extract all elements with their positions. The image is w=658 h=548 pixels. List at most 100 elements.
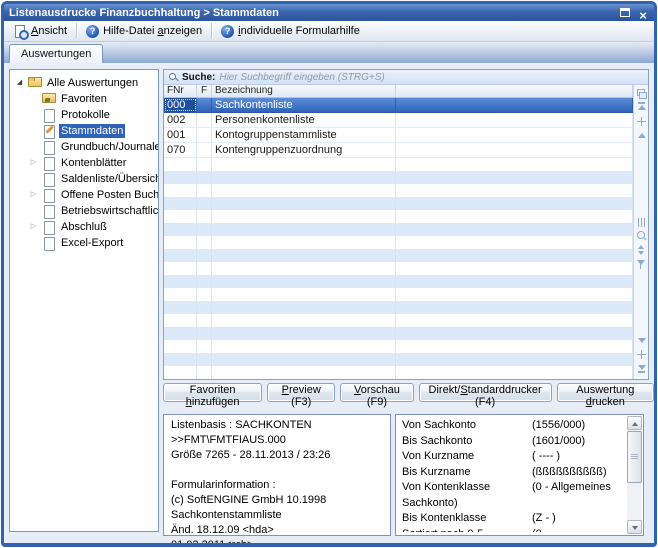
table-row-001[interactable]: 001 Kontogruppenstammliste [164,128,633,143]
tree-item-protokolle[interactable]: Protokolle [10,107,158,123]
filter-info-rows: Von Sachkonto(1556/000)Bis Sachkonto(160… [402,418,622,532]
scroll-up-arrow-icon[interactable] [627,416,642,430]
tree-expander-icon[interactable] [28,219,39,235]
filler-cell [396,366,633,379]
help-icon [221,25,234,38]
scroll-down-icon[interactable] [636,334,647,347]
filter-icon[interactable] [636,258,647,271]
tab-bar: Auswertungen [4,42,654,63]
scroll-down-arrow-icon[interactable] [627,520,642,534]
button-auswertung-drucken[interactable]: Auswertung drucken [557,383,654,402]
scroll-top-icon[interactable] [636,101,647,114]
scrollbar[interactable] [627,416,642,534]
tree-item-grundbuch-journale[interactable]: Grundbuch/Journale [10,139,158,155]
tree-expander-icon[interactable] [28,187,39,203]
tree-item-stammdaten[interactable]: Stammdaten [10,123,158,139]
column-header-empty [396,85,633,97]
button-favoriten-hinzufügen[interactable]: Favoriten hinzufügen [163,383,262,402]
filler-cell [164,184,197,197]
side-icon-group-top [634,86,648,143]
toolbar-button-hilfe-datei-anzeigen[interactable]: Hilfe-Datei anzeigen [79,22,209,40]
tree-item-kontenblätter[interactable]: Kontenblätter [10,155,158,171]
filler-cell [197,223,212,236]
scroll-bottom-icon[interactable] [636,362,647,375]
filter-label: Von Kontenklasse [402,480,532,496]
table-filler-row [164,236,633,249]
search-icon[interactable] [636,230,647,243]
filler-cell [164,210,197,223]
button-preview-f3[interactable]: Preview (F3) [267,383,335,402]
tree-panel: Alle AuswertungenFavoritenProtokolleStam… [9,69,159,532]
tab-auswertungen[interactable]: Auswertungen [9,44,103,63]
tree-item-betriebswirtschaftliche-auswertungen[interactable]: Betriebswirtschaftliche Auswertungen [10,203,158,219]
tree-expander-icon[interactable] [28,155,39,171]
tree-item-abschluß[interactable]: Abschluß [10,219,158,235]
filler-cell [396,236,633,249]
doc-icon [42,141,56,154]
filler-cell [197,171,212,184]
column-chooser-icon[interactable] [636,87,647,100]
filler-cell [164,197,197,210]
search-input[interactable]: Hier Suchbegriff eingeben (STRG+S) [219,72,384,83]
filler-cell [396,223,633,236]
table-filler-row [164,288,633,301]
toolbar-button-ansicht[interactable]: Ansicht [7,22,74,40]
cell-fnr: 002 [164,113,197,127]
toolbar-button-individuelle-formularhilfe[interactable]: individuelle Formularhilfe [214,22,367,40]
filler-cell [212,262,396,275]
filler-cell [212,327,396,340]
filler-cell [212,314,396,327]
filler-cell [212,184,396,197]
tree-item-excel-export[interactable]: Excel-Export [10,235,158,251]
tree-item-alle-auswertungen[interactable]: Alle Auswertungen [10,75,158,91]
tree-item-offene-posten-buchhaltung[interactable]: Offene Posten Buchhaltung [10,187,158,203]
cell-fnr: 001 [164,128,197,142]
filler-cell [396,171,633,184]
tree-item-label: Saldenliste/Übersicht [59,172,159,186]
filter-label: Sortiert nach 0-5 [402,527,532,533]
window-title: Listenausdrucke Finanzbuchhaltung > Stam… [9,7,620,19]
scroll-up-icon[interactable] [636,129,647,142]
scroll-thumb[interactable] [627,431,642,483]
tree-expander-icon[interactable] [14,75,25,91]
filler-cell [212,171,396,184]
info-panel-left: Listenbasis : SACHKONTEN >>FMT\FMTFIAUS.… [163,414,391,536]
move-icon[interactable] [636,348,647,361]
table-row-002[interactable]: 002Personenkontenliste [164,113,633,128]
tree-item-favoriten[interactable]: Favoriten [10,91,158,107]
doc-icon [42,205,56,218]
sort-icon[interactable] [636,244,647,257]
table-filler-row [164,171,633,184]
button-direkt-standarddrucker-f4[interactable]: Direkt/Standarddrucker (F4) [419,383,552,402]
filler-cell [197,210,212,223]
tree-item-label: Stammdaten [59,124,125,138]
filler-cell [197,353,212,366]
move-icon[interactable] [636,115,647,128]
column-header-bezeichnung[interactable]: Bezeichnung [212,85,396,97]
restore-icon[interactable] [620,8,630,17]
filler-cell [396,288,633,301]
filler-cell [212,210,396,223]
table-row-000[interactable]: 000Sachkontenliste [164,98,633,113]
filler-cell [164,223,197,236]
filler-cell [396,314,633,327]
tree-item-saldenliste-übersicht[interactable]: Saldenliste/Übersicht [10,171,158,187]
side-icon-group-middle [634,215,648,272]
action-button-row: Favoriten hinzufügen Preview (F3) Vorschau… [163,383,654,402]
columns-icon[interactable] [636,216,647,229]
filler-cell [164,327,197,340]
close-icon[interactable] [637,7,649,18]
search-bar[interactable]: Suche: Hier Suchbegriff eingeben (STRG+S… [164,70,648,85]
table-filler-row [164,262,633,275]
cell-bezeichnung: Kontogruppenstammliste [212,128,396,142]
table-filler-row [164,366,633,379]
column-header-f[interactable]: F [197,85,212,97]
folder-fav-icon [42,93,56,106]
toolbar-button-label: Ansicht [31,25,67,37]
cell-f [197,98,212,112]
tree-item-label: Kontenblätter [59,156,128,170]
app-window: Listenausdrucke Finanzbuchhaltung > Stam… [1,1,657,547]
button-vorschau-f9[interactable]: Vorschau (F9) [340,383,413,402]
column-header-fnr[interactable]: FNr [164,85,197,97]
table-row-070[interactable]: 070Kontengruppenzuordnung [164,143,633,158]
